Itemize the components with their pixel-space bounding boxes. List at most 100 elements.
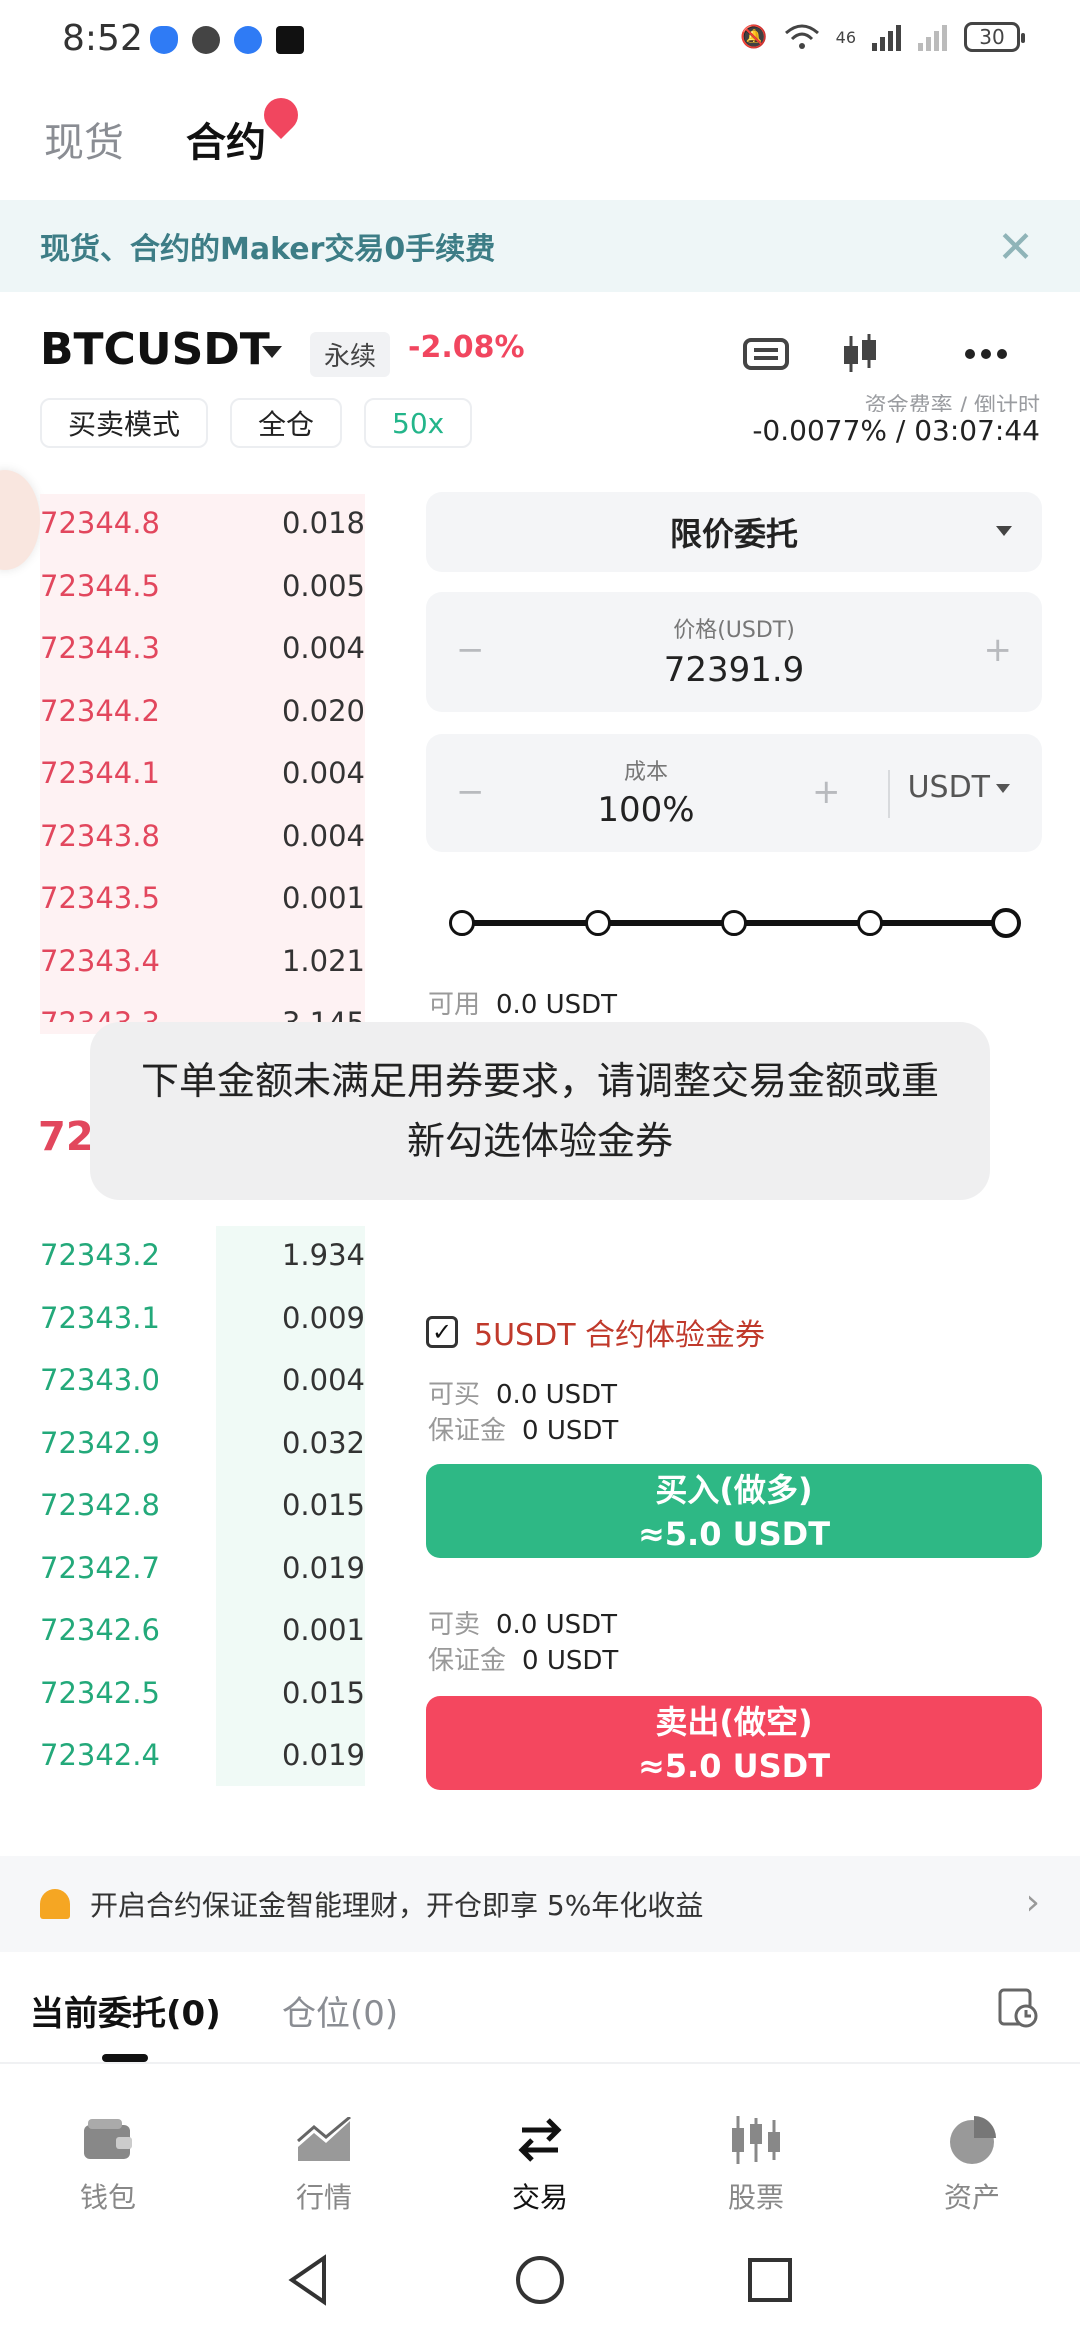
ask-row[interactable]: 72343.5 0.001	[40, 867, 365, 929]
ask-row[interactable]: 72344.3 0.004	[40, 617, 365, 679]
ask-row[interactable]: 72343.8 0.004	[40, 805, 365, 867]
sell-short-button[interactable]: 卖出(做空) ≈5.0 USDT	[426, 1696, 1042, 1790]
status-time: 8:52	[62, 18, 143, 59]
cost-field[interactable]: − 成本 100% + USDT	[426, 734, 1042, 852]
price-field[interactable]: − 价格(USDT) 72391.9 +	[426, 592, 1042, 712]
symbol-selector[interactable]: BTCUSDT	[40, 324, 270, 375]
buy-margin-label: 保证金	[428, 1416, 507, 1446]
leverage-button[interactable]: 50x	[364, 398, 473, 448]
mode-row: 买卖模式 全仓 50x	[40, 398, 473, 448]
home-icon[interactable]	[510, 2250, 570, 2310]
slider-dot[interactable]	[857, 910, 883, 936]
tab-positions[interactable]: 仓位(0)	[282, 1986, 398, 2035]
buy-long-button[interactable]: 买入(做多) ≈5.0 USDT	[426, 1464, 1042, 1558]
available-value: 0.0 USDT	[496, 990, 618, 1020]
chevron-down-icon[interactable]	[262, 346, 282, 358]
ask-qty: 0.004	[281, 756, 365, 790]
ask-qty: 3.145	[282, 1006, 365, 1022]
order-type-select[interactable]: 限价委托	[426, 492, 1042, 572]
buy-available-value: 0.0 USDT	[496, 1380, 618, 1410]
system-nav	[0, 2226, 1080, 2340]
chevron-down-icon	[996, 526, 1012, 536]
bid-price: 72343.0	[40, 1363, 160, 1397]
trade-mode-button[interactable]: 买卖模式	[40, 398, 209, 448]
slider-dot[interactable]	[991, 908, 1021, 938]
candlestick-icon[interactable]	[830, 324, 890, 384]
order-tabs: 当前委托(0) 仓位(0)	[0, 1956, 1080, 2064]
earn-text: 开启合约保证金智能理财，开仓即享 5%年化收益	[90, 1889, 704, 1922]
bid-qty: 0.015	[281, 1488, 365, 1522]
last-price[interactable]: 72	[38, 1114, 94, 1160]
bid-row[interactable]: 72342.6 0.001	[40, 1599, 365, 1661]
ask-price: 72343.3	[40, 1006, 160, 1022]
bottom-nav: 钱包 行情 交易 股票 资产	[0, 2076, 1080, 2226]
close-icon[interactable]: ✕	[997, 222, 1034, 273]
cost-label: 成本	[623, 760, 668, 785]
nav-assets[interactable]: 资产	[912, 2110, 1032, 2216]
sell-button-label: 卖出(做空)	[655, 1703, 813, 1741]
bid-price: 72343.2	[40, 1238, 160, 1272]
cost-input[interactable]: 100%	[426, 790, 866, 830]
buy-margin-value: 0 USDT	[522, 1416, 619, 1446]
slider-dot[interactable]	[585, 910, 611, 936]
shield-icon	[150, 26, 178, 54]
chevron-right-icon[interactable]: ›	[1026, 1882, 1040, 1923]
nav-trade[interactable]: 交易	[480, 2110, 600, 2216]
coupon-checkbox[interactable]: ✓ 5USDT 合约体验金券	[426, 1310, 765, 1354]
banner-text: 现货、合约的Maker交易0手续费	[40, 232, 496, 267]
tab-current-orders[interactable]: 当前委托(0)	[30, 1986, 221, 2035]
slider-dot[interactable]	[449, 910, 475, 936]
bid-qty: 0.001	[281, 1613, 365, 1647]
sell-available-label: 可卖	[428, 1610, 481, 1640]
ask-price: 72344.8	[40, 506, 160, 540]
buy-margin-row: 保证金 0 USDT	[428, 1410, 618, 1447]
cost-plus-button[interactable]: +	[812, 772, 841, 812]
bid-row[interactable]: 72342.4 0.019	[40, 1724, 365, 1786]
bell-icon	[40, 1889, 70, 1919]
checkbox-checked-icon[interactable]: ✓	[426, 1316, 458, 1348]
earn-banner[interactable]: 开启合约保证金智能理财，开仓即享 5%年化收益 ›	[0, 1856, 1080, 1952]
ask-row[interactable]: 72343.4 1.021	[40, 930, 365, 992]
nav-stocks[interactable]: 股票	[696, 2110, 816, 2216]
bid-row[interactable]: 72343.0 0.004	[40, 1349, 365, 1411]
bid-row[interactable]: 72342.8 0.015	[40, 1474, 365, 1536]
recents-icon[interactable]	[740, 2250, 800, 2310]
tab-spot[interactable]: 现货	[44, 110, 124, 168]
bid-row[interactable]: 72342.9 0.032	[40, 1412, 365, 1474]
more-icon[interactable]	[956, 324, 1016, 384]
tab-contract[interactable]: 合约	[186, 110, 266, 168]
history-icon[interactable]	[996, 1986, 1040, 2034]
ask-row[interactable]: 72344.2 0.020	[40, 680, 365, 742]
promo-banner[interactable]: 现货、合约的Maker交易0手续费 ✕	[0, 200, 1080, 292]
swap-icon	[510, 2110, 570, 2170]
cost-unit-select[interactable]: USDT	[908, 770, 1010, 805]
nav-market[interactable]: 行情	[264, 2110, 384, 2216]
ask-row[interactable]: 72343.3 3.145	[40, 992, 365, 1022]
message-icon	[192, 26, 220, 54]
bid-row[interactable]: 72343.2 1.934	[40, 1224, 365, 1286]
chevron-down-icon	[996, 784, 1010, 793]
toast-text: 下单金额未满足用券要求，请调整交易金额或重新勾选体验金券	[140, 1059, 939, 1163]
bid-row[interactable]: 72342.7 0.019	[40, 1537, 365, 1599]
ask-qty: 0.004	[281, 818, 365, 853]
ticket-icon[interactable]	[736, 324, 796, 384]
price-input[interactable]: 72391.9	[426, 650, 1042, 690]
price-plus-button[interactable]: +	[984, 630, 1013, 670]
slider-dot[interactable]	[721, 910, 747, 936]
bid-row[interactable]: 72343.1 0.009	[40, 1287, 365, 1349]
browser-icon	[234, 26, 262, 54]
nav-wallet[interactable]: 钱包	[48, 2110, 168, 2216]
amount-slider[interactable]	[449, 908, 1021, 938]
ask-row[interactable]: 72344.5 0.005	[40, 555, 365, 617]
ask-row[interactable]: 72344.8 0.018	[40, 492, 365, 554]
battery-icon: 30	[964, 22, 1025, 52]
margin-mode-button[interactable]: 全仓	[230, 398, 343, 448]
ask-qty: 1.021	[281, 943, 365, 978]
ask-qty: 0.005	[281, 568, 365, 603]
bid-price: 72342.5	[40, 1675, 160, 1710]
ask-row[interactable]: 72344.1 0.004	[40, 742, 365, 804]
bid-row[interactable]: 72342.5 0.015	[40, 1662, 365, 1724]
back-icon[interactable]	[280, 2250, 340, 2310]
floating-assistant[interactable]	[0, 470, 40, 570]
nav-stocks-label: 股票	[727, 2181, 784, 2214]
